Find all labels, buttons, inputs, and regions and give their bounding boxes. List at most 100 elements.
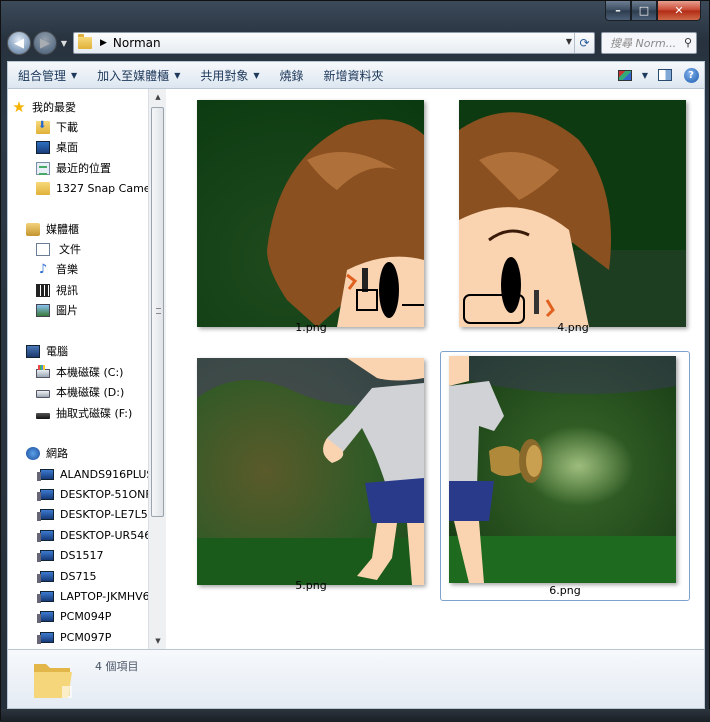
scroll-up-icon[interactable]: ▲ [149,89,167,105]
search-input[interactable]: 搜尋 Norm... ⚲ [601,32,697,54]
nav-libraries[interactable]: 媒體櫃 [26,219,79,239]
organize-label: 組合管理 [18,68,67,83]
breadcrumb-separator-icon[interactable]: ▶ [100,38,107,48]
star-icon: ★ [12,97,26,116]
nav-item-downloads[interactable]: 下載 [36,117,78,137]
nav-label: 媒體櫃 [46,223,79,236]
recent-places-icon [36,161,50,175]
file-item[interactable]: 4.png [448,89,698,339]
nav-item-network-computer[interactable]: DESKTOP-LE7L5N [37,504,156,524]
removable-drive-icon [36,412,50,419]
nav-item-drive-d[interactable]: 本機磁碟 (D:) [36,382,124,402]
forward-arrow-icon: ▶ [40,35,50,51]
file-thumbnail [459,100,686,327]
folder-icon [36,181,50,195]
views-icon [618,69,632,81]
grip-icon [156,308,161,314]
documents-icon [36,242,50,256]
folder-icon [78,34,92,49]
new-folder-button[interactable]: 新增資料夾 [314,62,394,88]
forward-button[interactable]: ▶ [33,31,57,55]
burn-button[interactable]: 燒錄 [270,62,314,88]
file-list: 1.png 4.png 5.png 6.png [166,89,704,649]
network-computer-icon [37,488,54,501]
nav-item-desktop[interactable]: 桌面 [36,137,78,157]
nav-item-network-computer[interactable]: DESKTOP-51ONF [37,484,152,504]
preview-pane-button[interactable] [652,62,678,88]
window-bottom-edge [1,709,710,722]
maximize-button[interactable]: □ [631,1,657,21]
share-with-label: 共用對象 [200,68,249,83]
nav-label: 網路 [46,447,68,460]
nav-item-documents[interactable]: 文件 [36,239,81,259]
drive-icon [36,390,50,398]
organize-menu[interactable]: 組合管理 ▼ [8,62,87,88]
system-drive-icon [36,365,50,378]
nav-item-pictures[interactable]: 圖片 [36,300,78,320]
chevron-down-icon: ▼ [253,70,260,80]
nav-item-network-computer[interactable]: DS1517 [37,545,104,565]
nav-item-drive-c[interactable]: 本機磁碟 (C:) [36,362,123,382]
new-folder-label: 新增資料夾 [323,68,384,83]
nav-favorites[interactable]: ★ 我的最愛 [12,97,76,117]
network-computer-icon [37,508,54,521]
nav-item-snap-camera[interactable]: 1327 Snap Came [36,178,151,198]
file-name: 5.png [295,579,327,592]
file-thumbnail [197,358,424,585]
nav-label: PCM097P [60,630,112,644]
address-bar[interactable]: ▶ Norman ▼ ⟳ [73,32,595,54]
nav-label: 我的最愛 [32,101,76,114]
nav-item-network-computer[interactable]: PCM097P [37,627,112,647]
nav-pane-scrollbar[interactable]: ▲ ▼ [148,89,166,649]
refresh-button[interactable]: ⟳ [574,33,594,53]
nav-item-network-computer[interactable]: DESKTOP-UR546 [37,525,151,545]
include-in-library-menu[interactable]: 加入至媒體櫃 ▼ [87,62,190,88]
nav-item-network-computer[interactable]: DS715 [37,566,97,586]
file-thumbnail [449,356,676,583]
search-icon[interactable]: ⚲ [684,36,692,49]
nav-item-network-computer[interactable]: LAPTOP-JKMHV6 [37,586,150,606]
scrollbar-thumb[interactable] [151,107,164,517]
content-area: ★我的最愛 下載 桌面 最近的位置 1327 Snap Came 媒體櫃 文件 … [7,89,705,649]
command-bar: 組合管理 ▼ 加入至媒體櫃 ▼ 共用對象 ▼ 燒錄 新增資料夾 ▼ ? [7,61,705,89]
file-item-selected[interactable]: 6.png [440,351,690,601]
share-with-menu[interactable]: 共用對象 ▼ [190,62,269,88]
caption-buttons: – □ ✕ [605,1,701,21]
nav-item-music[interactable]: ♪ 音樂 [36,259,78,279]
file-item[interactable]: 5.png [186,347,436,597]
nav-label: 本機磁碟 (C:) [56,366,124,379]
music-icon: ♪ [38,261,48,277]
back-button[interactable]: ◀ [7,31,31,55]
file-item[interactable]: 1.png [186,89,436,339]
nav-item-network-computer[interactable]: PCM094P [37,606,111,626]
network-computer-icon [37,570,54,583]
nav-item-videos[interactable]: 視訊 [36,280,78,300]
nav-label: DS715 [60,569,97,583]
nav-computer[interactable]: 電腦 [26,341,68,361]
file-name: 1.png [295,321,327,334]
views-dropdown[interactable]: ▼ [638,62,652,88]
recent-pages-dropdown[interactable]: ▼ [59,39,69,48]
nav-item-recent-places[interactable]: 最近的位置 [36,158,111,178]
network-computer-icon [37,529,54,542]
breadcrumb-item-norman[interactable]: Norman [113,36,161,50]
explorer-window: – □ ✕ ◀ ▶ ▼ ▶ Norman ▼ ⟳ 搜尋 Norm... ⚲ 組合… [0,0,710,722]
nav-label: 圖片 [56,304,78,317]
nav-label: DS1517 [60,548,104,562]
nav-network[interactable]: 網路 [26,443,68,463]
address-dropdown-icon[interactable]: ▼ [566,37,572,46]
nav-label: 本機磁碟 (D:) [56,386,125,399]
nav-label: 下載 [56,121,78,134]
views-button[interactable] [612,62,638,88]
nav-item-network-computer[interactable]: ALANDS916PLUS [37,464,154,484]
close-button[interactable]: ✕ [657,1,701,21]
preview-pane-icon [658,69,672,81]
nav-item-drive-f[interactable]: 抽取式磁碟 (F:) [36,403,132,423]
title-bar[interactable]: – □ ✕ [1,1,709,29]
scroll-down-icon[interactable]: ▼ [149,633,167,649]
computer-icon [26,344,40,358]
minimize-button[interactable]: – [605,1,631,21]
help-button[interactable]: ? [678,62,704,88]
nav-label: ALANDS916PLUS [60,467,154,481]
nav-label: 電腦 [46,345,68,358]
